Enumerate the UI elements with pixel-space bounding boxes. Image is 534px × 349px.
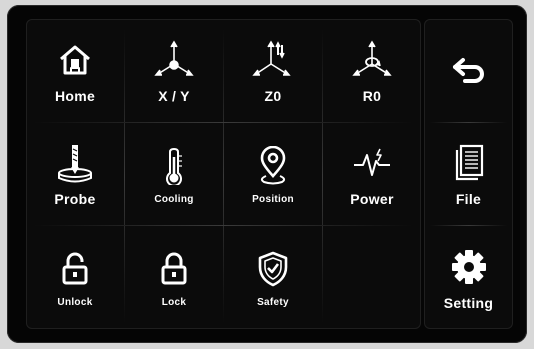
back-button[interactable] [424, 19, 513, 122]
power-button[interactable]: Power [323, 123, 421, 225]
file-document-icon [447, 141, 491, 185]
safety-button[interactable]: Safety [224, 226, 322, 329]
rotation-axis-icon [350, 38, 394, 82]
power-label: Power [350, 191, 394, 207]
unlock-label: Unlock [57, 297, 93, 308]
r0-label: R0 [362, 87, 382, 104]
xy-button[interactable]: X / Y [125, 19, 223, 122]
probe-icon [53, 141, 97, 185]
probe-label: Probe [54, 191, 96, 207]
setting-button[interactable]: Setting [424, 226, 513, 329]
home-button[interactable]: Home [26, 19, 124, 122]
setting-label: Setting [443, 294, 494, 311]
file-label: File [455, 191, 482, 207]
main-menu-panel: Home X / Y Z0 R0 Probe Cooling Position … [26, 19, 421, 329]
file-button[interactable]: File [424, 123, 513, 225]
location-pin-icon [251, 144, 295, 188]
gear-icon [447, 245, 491, 289]
unlock-button[interactable]: Unlock [26, 226, 124, 329]
touch-screen: Home X / Y Z0 R0 Probe Cooling Position … [7, 5, 527, 343]
cooling-label: Cooling [154, 193, 194, 205]
shield-check-icon [251, 247, 295, 291]
lock-button[interactable]: Lock [125, 226, 223, 329]
position-label: Position [252, 193, 294, 205]
power-pulse-icon [350, 141, 394, 185]
xy-label: X / Y [158, 87, 190, 104]
probe-button[interactable]: Probe [26, 123, 124, 225]
home-label: Home [54, 87, 96, 104]
position-button[interactable]: Position [224, 123, 322, 225]
side-menu-panel: File Setting [424, 19, 513, 329]
z0-label: Z0 [264, 87, 282, 104]
z0-button[interactable]: Z0 [224, 19, 322, 122]
locked-padlock-icon [152, 247, 196, 291]
lock-label: Lock [161, 297, 187, 308]
thermometer-icon [152, 144, 196, 188]
home-icon [53, 38, 97, 82]
back-arrow-icon [447, 49, 491, 93]
r0-button[interactable]: R0 [323, 19, 421, 122]
empty-cell [323, 226, 421, 329]
xy-axes-icon [152, 38, 196, 82]
safety-label: Safety [257, 297, 289, 308]
unlocked-padlock-icon [53, 247, 97, 291]
cooling-button[interactable]: Cooling [125, 123, 223, 225]
z-axis-icon [251, 38, 295, 82]
